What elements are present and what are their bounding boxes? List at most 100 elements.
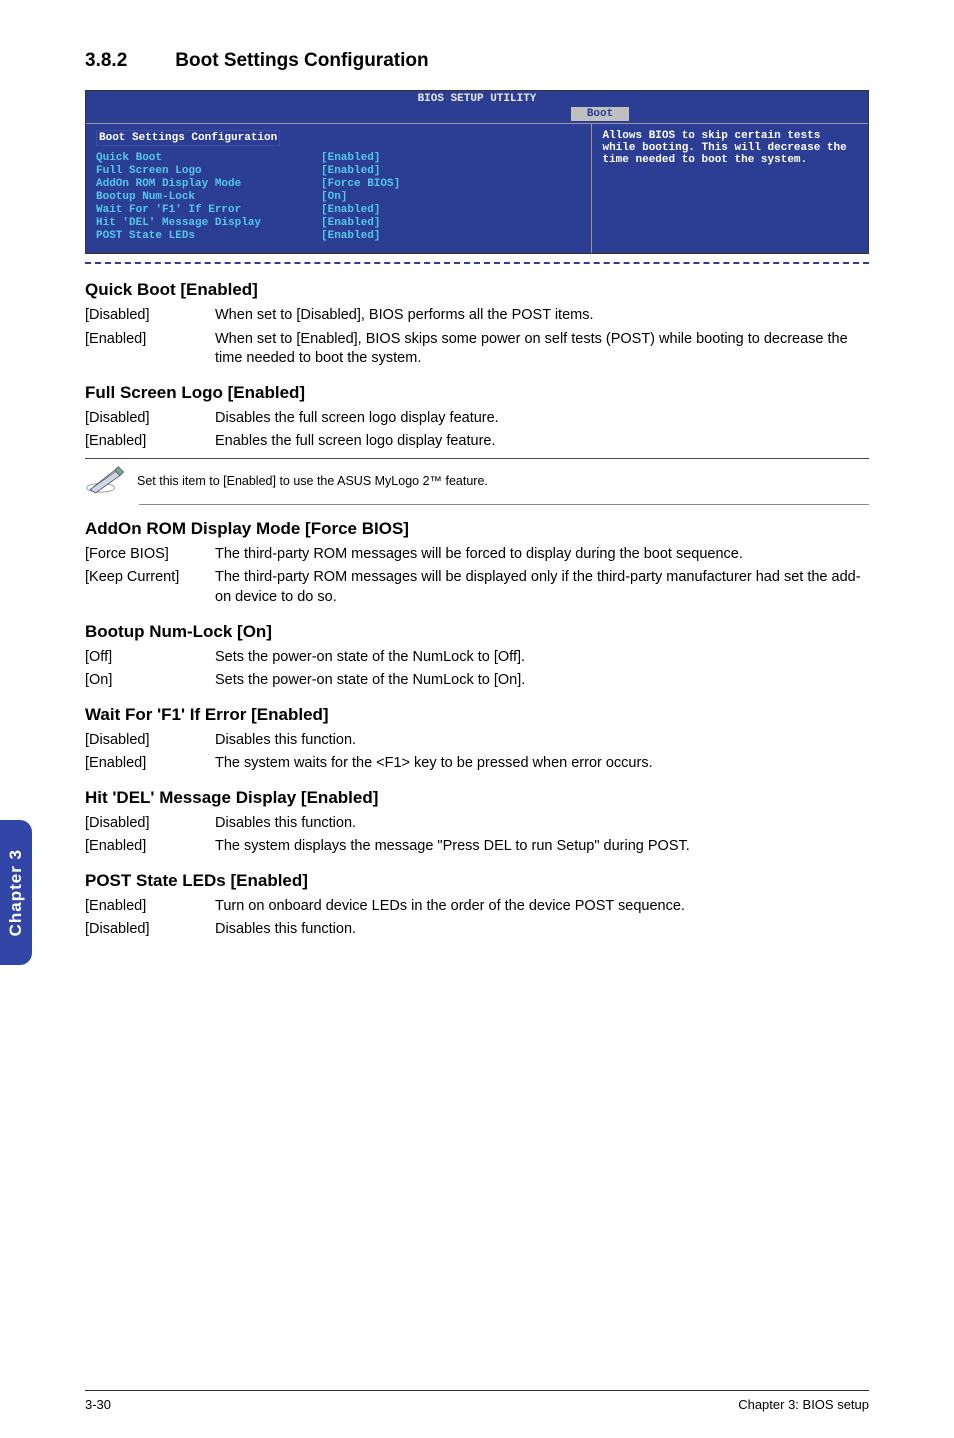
bios-tabs: Boot xyxy=(86,107,868,123)
setting-title: AddOn ROM Display Mode [Force BIOS] xyxy=(85,519,869,539)
setting-block: Wait For 'F1' If Error [Enabled] [Disable… xyxy=(85,705,869,774)
setting-row-value: The system waits for the <F1> key to be … xyxy=(215,754,869,774)
setting-row-value: When set to [Disabled], BIOS performs al… xyxy=(215,306,869,326)
bios-item-row: AddOn ROM Display Mode[Force BIOS] xyxy=(96,178,581,190)
bios-item-row: Quick Boot[Enabled] xyxy=(96,152,581,164)
setting-row-value: Disables the full screen logo display fe… xyxy=(215,409,869,429)
setting-row: [Enabled]Enables the full screen logo di… xyxy=(85,432,869,452)
setting-row: [Keep Current]The third-party ROM messag… xyxy=(85,568,869,607)
setting-row: [Enabled]The system waits for the <F1> k… xyxy=(85,754,869,774)
side-chapter-tab: Chapter 3 xyxy=(0,820,32,965)
note-divider-bottom xyxy=(139,504,869,505)
setting-row-key: [Enabled] xyxy=(85,432,215,452)
bios-item-key: Bootup Num-Lock xyxy=(96,191,321,203)
setting-row-value: The third-party ROM messages will be dis… xyxy=(215,568,869,607)
bios-item-key: AddOn ROM Display Mode xyxy=(96,178,321,190)
setting-title: Hit 'DEL' Message Display [Enabled] xyxy=(85,788,869,808)
bios-item-value: [Enabled] xyxy=(321,230,380,242)
setting-row: [Disabled]When set to [Disabled], BIOS p… xyxy=(85,306,869,326)
bios-item-key: Full Screen Logo xyxy=(96,165,321,177)
setting-block: AddOn ROM Display Mode [Force BIOS] [Forc… xyxy=(85,519,869,608)
setting-block: Bootup Num-Lock [On] [Off]Sets the power-… xyxy=(85,622,869,691)
setting-row-value: The third-party ROM messages will be for… xyxy=(215,545,869,565)
setting-row: [Force BIOS]The third-party ROM messages… xyxy=(85,545,869,565)
setting-row-key: [Disabled] xyxy=(85,731,215,751)
setting-block: POST State LEDs [Enabled] [Enabled]Turn o… xyxy=(85,871,869,940)
setting-row-value: Disables this function. xyxy=(215,920,869,940)
setting-row-key: [Off] xyxy=(85,648,215,668)
setting-row-value: The system displays the message "Press D… xyxy=(215,837,869,857)
setting-row-value: Enables the full screen logo display fea… xyxy=(215,432,869,452)
bios-item-key: POST State LEDs xyxy=(96,230,321,242)
note-row: Set this item to [Enabled] to use the AS… xyxy=(85,463,869,500)
setting-block: Hit 'DEL' Message Display [Enabled] [Disa… xyxy=(85,788,869,857)
setting-row: [Enabled]Turn on onboard device LEDs in … xyxy=(85,897,869,917)
section-heading: 3.8.2 Boot Settings Configuration xyxy=(85,50,869,72)
pencil-icon xyxy=(85,463,137,500)
setting-title: Quick Boot [Enabled] xyxy=(85,280,869,300)
page-footer: 3-30 Chapter 3: BIOS setup xyxy=(85,1390,869,1412)
bios-item-value: [Enabled] xyxy=(321,204,380,216)
bios-active-tab: Boot xyxy=(571,107,629,121)
setting-row: [Disabled]Disables this function. xyxy=(85,814,869,834)
setting-row-key: [Disabled] xyxy=(85,306,215,326)
setting-row-value: Disables this function. xyxy=(215,814,869,834)
setting-title: Wait For 'F1' If Error [Enabled] xyxy=(85,705,869,725)
footer-page-number: 3-30 xyxy=(85,1397,111,1412)
bios-item-value: [Enabled] xyxy=(321,152,380,164)
bios-item-row: Full Screen Logo[Enabled] xyxy=(96,165,581,177)
setting-row-key: [On] xyxy=(85,671,215,691)
setting-row-key: [Keep Current] xyxy=(85,568,215,607)
bios-item-row: Bootup Num-Lock[On] xyxy=(96,191,581,203)
setting-row-key: [Enabled] xyxy=(85,330,215,369)
setting-row-key: [Enabled] xyxy=(85,897,215,917)
setting-row-value: Sets the power-on state of the NumLock t… xyxy=(215,648,869,668)
dashed-divider xyxy=(85,262,869,264)
setting-row: [Disabled]Disables this function. xyxy=(85,920,869,940)
setting-row-key: [Enabled] xyxy=(85,754,215,774)
note-text: Set this item to [Enabled] to use the AS… xyxy=(137,474,488,488)
bios-item-row: POST State LEDs[Enabled] xyxy=(96,230,581,242)
side-chapter-label: Chapter 3 xyxy=(6,849,26,936)
bios-items: Quick Boot[Enabled]Full Screen Logo[Enab… xyxy=(96,152,581,242)
bios-item-key: Quick Boot xyxy=(96,152,321,164)
bios-help-pane: Allows BIOS to skip certain tests while … xyxy=(591,124,868,253)
footer-chapter-label: Chapter 3: BIOS setup xyxy=(738,1397,869,1412)
bios-item-key: Hit 'DEL' Message Display xyxy=(96,217,321,229)
bios-setup-panel: BIOS SETUP UTILITY Boot Boot Settings Co… xyxy=(85,90,869,254)
setting-row-key: [Disabled] xyxy=(85,814,215,834)
setting-row-key: [Disabled] xyxy=(85,920,215,940)
setting-row: [On]Sets the power-on state of the NumLo… xyxy=(85,671,869,691)
bios-item-value: [Enabled] xyxy=(321,217,380,229)
setting-row: [Off]Sets the power-on state of the NumL… xyxy=(85,648,869,668)
setting-row: [Disabled]Disables the full screen logo … xyxy=(85,409,869,429)
bios-item-value: [Enabled] xyxy=(321,165,380,177)
bios-item-key: Wait For 'F1' If Error xyxy=(96,204,321,216)
bios-section-label: Boot Settings Configuration xyxy=(96,130,280,146)
setting-row: [Enabled]When set to [Enabled], BIOS ski… xyxy=(85,330,869,369)
setting-block: Quick Boot [Enabled] [Disabled]When set t… xyxy=(85,280,869,369)
setting-row-value: Turn on onboard device LEDs in the order… xyxy=(215,897,869,917)
setting-title: Full Screen Logo [Enabled] xyxy=(85,383,869,403)
bios-title: BIOS SETUP UTILITY xyxy=(86,91,868,105)
setting-row-value: Disables this function. xyxy=(215,731,869,751)
setting-row: [Enabled]The system displays the message… xyxy=(85,837,869,857)
bios-item-value: [On] xyxy=(321,191,347,203)
setting-row: [Disabled]Disables this function. xyxy=(85,731,869,751)
bios-item-row: Wait For 'F1' If Error[Enabled] xyxy=(96,204,581,216)
bios-body: Boot Settings Configuration Quick Boot[E… xyxy=(86,123,868,253)
setting-row-value: Sets the power-on state of the NumLock t… xyxy=(215,671,869,691)
bios-left-pane: Boot Settings Configuration Quick Boot[E… xyxy=(86,124,591,253)
setting-row-value: When set to [Enabled], BIOS skips some p… xyxy=(215,330,869,369)
section-number: 3.8.2 xyxy=(85,50,170,72)
setting-row-key: [Force BIOS] xyxy=(85,545,215,565)
bios-item-value: [Force BIOS] xyxy=(321,178,400,190)
setting-title: POST State LEDs [Enabled] xyxy=(85,871,869,891)
bios-item-row: Hit 'DEL' Message Display[Enabled] xyxy=(96,217,581,229)
setting-title: Bootup Num-Lock [On] xyxy=(85,622,869,642)
setting-row-key: [Enabled] xyxy=(85,837,215,857)
note-divider-top xyxy=(85,458,869,459)
setting-row-key: [Disabled] xyxy=(85,409,215,429)
section-title: Boot Settings Configuration xyxy=(175,50,428,71)
setting-block: Full Screen Logo [Enabled] [Disabled]Disa… xyxy=(85,383,869,505)
